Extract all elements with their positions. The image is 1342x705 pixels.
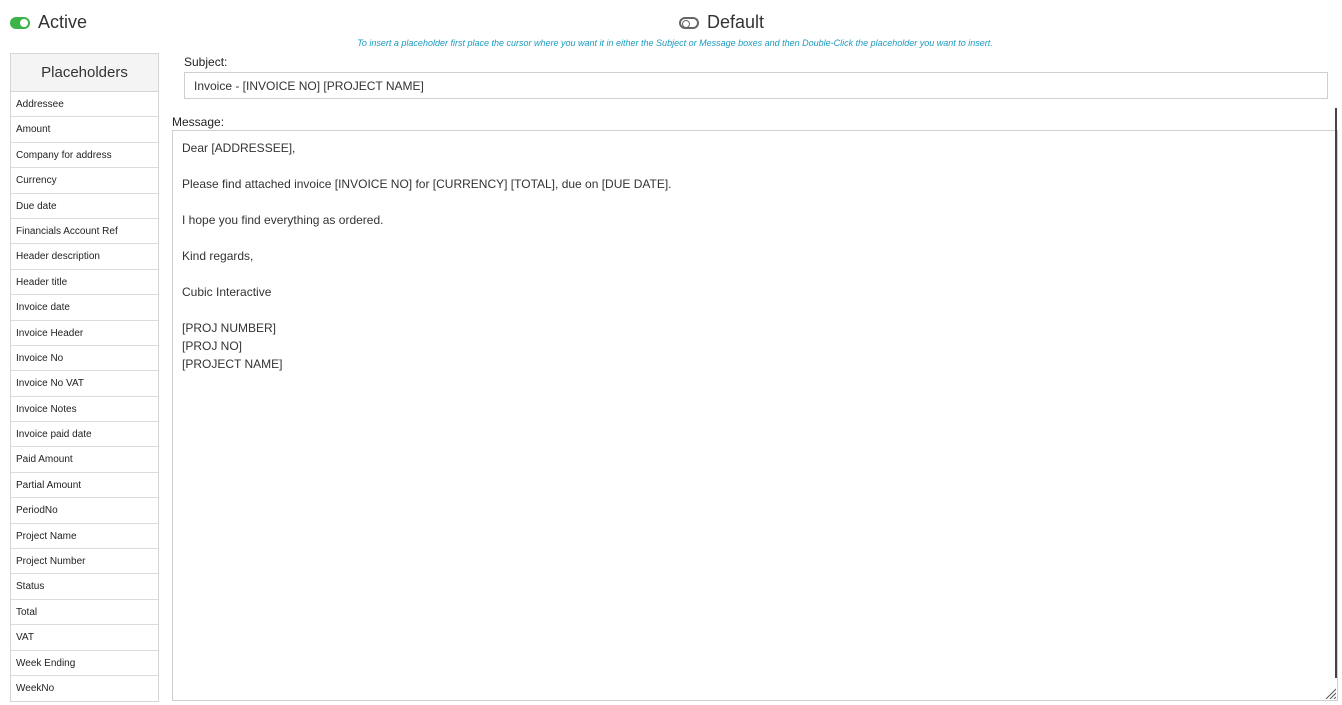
placeholder-item[interactable]: Invoice Header [11, 321, 158, 346]
message-line: [PROJECT NAME] [182, 357, 283, 371]
placeholder-item[interactable]: Header title [11, 270, 158, 296]
toggle-on-icon[interactable] [10, 16, 30, 29]
message-line [182, 301, 1328, 319]
placeholder-item[interactable]: Currency [11, 168, 158, 194]
placeholder-item[interactable]: Addressee [11, 92, 158, 118]
subject-label: Subject: [184, 55, 228, 69]
placeholder-item[interactable]: Paid Amount [11, 447, 158, 473]
message-line: [PROJ NO] [182, 339, 243, 353]
placeholder-item[interactable]: Due date [11, 194, 158, 219]
message-line [182, 229, 1328, 247]
placeholder-item[interactable]: Invoice No [11, 346, 158, 372]
message-line [182, 193, 1328, 211]
placeholder-item[interactable]: Header description [11, 244, 158, 270]
message-line: I hope you find everything as ordered. [182, 213, 384, 227]
resize-grip-icon[interactable] [1324, 687, 1336, 699]
placeholder-item[interactable]: Invoice date [11, 295, 158, 321]
placeholder-item[interactable]: Company for address [11, 143, 158, 169]
message-label: Message: [172, 115, 225, 129]
placeholder-item[interactable]: Amount [11, 117, 158, 143]
active-toggle-label: Active [38, 12, 88, 32]
message-line [182, 157, 1328, 175]
placeholder-item[interactable]: Project Number [11, 549, 158, 575]
subject-input[interactable] [184, 72, 1328, 99]
placeholder-item[interactable]: Invoice paid date [11, 422, 158, 448]
placeholders-title: Placeholders [11, 54, 158, 92]
placeholder-item[interactable]: VAT [11, 625, 158, 651]
placeholder-item[interactable]: PeriodNo [11, 498, 158, 524]
placeholder-item[interactable]: WeekNo [11, 676, 158, 701]
placeholders-panel: Placeholders Addressee Amount Company for … [10, 53, 159, 703]
message-textarea[interactable]: Dear [ADDRESSEE], Please find attached in… [172, 130, 1338, 701]
placeholder-item[interactable]: Invoice Notes [11, 397, 158, 423]
message-line: Kind regards, [182, 249, 254, 263]
message-line: Dear [ADDRESSEE], [182, 141, 296, 155]
message-line: Please find attached invoice [INVOICE NO… [182, 177, 672, 191]
placeholders-list: Addressee Amount Company for address Curren… [11, 92, 158, 701]
default-toggle-label: Default [707, 12, 765, 32]
placeholder-item[interactable]: Financials Account Ref [11, 219, 158, 245]
scrollbar[interactable] [1335, 108, 1337, 678]
active-toggle[interactable]: Active [10, 12, 87, 33]
placeholder-item[interactable]: Partial Amount [11, 473, 158, 499]
message-line [182, 265, 1328, 283]
placeholder-hint: To insert a placeholder first place the … [357, 38, 993, 48]
toggle-off-icon[interactable] [679, 16, 699, 29]
placeholder-item[interactable]: Project Name [11, 524, 158, 550]
message-line: Cubic Interactive [182, 285, 272, 299]
placeholder-item[interactable]: Total [11, 600, 158, 626]
placeholder-item[interactable]: Status [11, 574, 158, 600]
message-line: [PROJ NUMBER] [182, 321, 277, 335]
placeholder-item[interactable]: Week Ending [11, 651, 158, 676]
placeholder-item[interactable]: Invoice No VAT [11, 371, 158, 397]
default-toggle[interactable]: Default [679, 12, 764, 33]
